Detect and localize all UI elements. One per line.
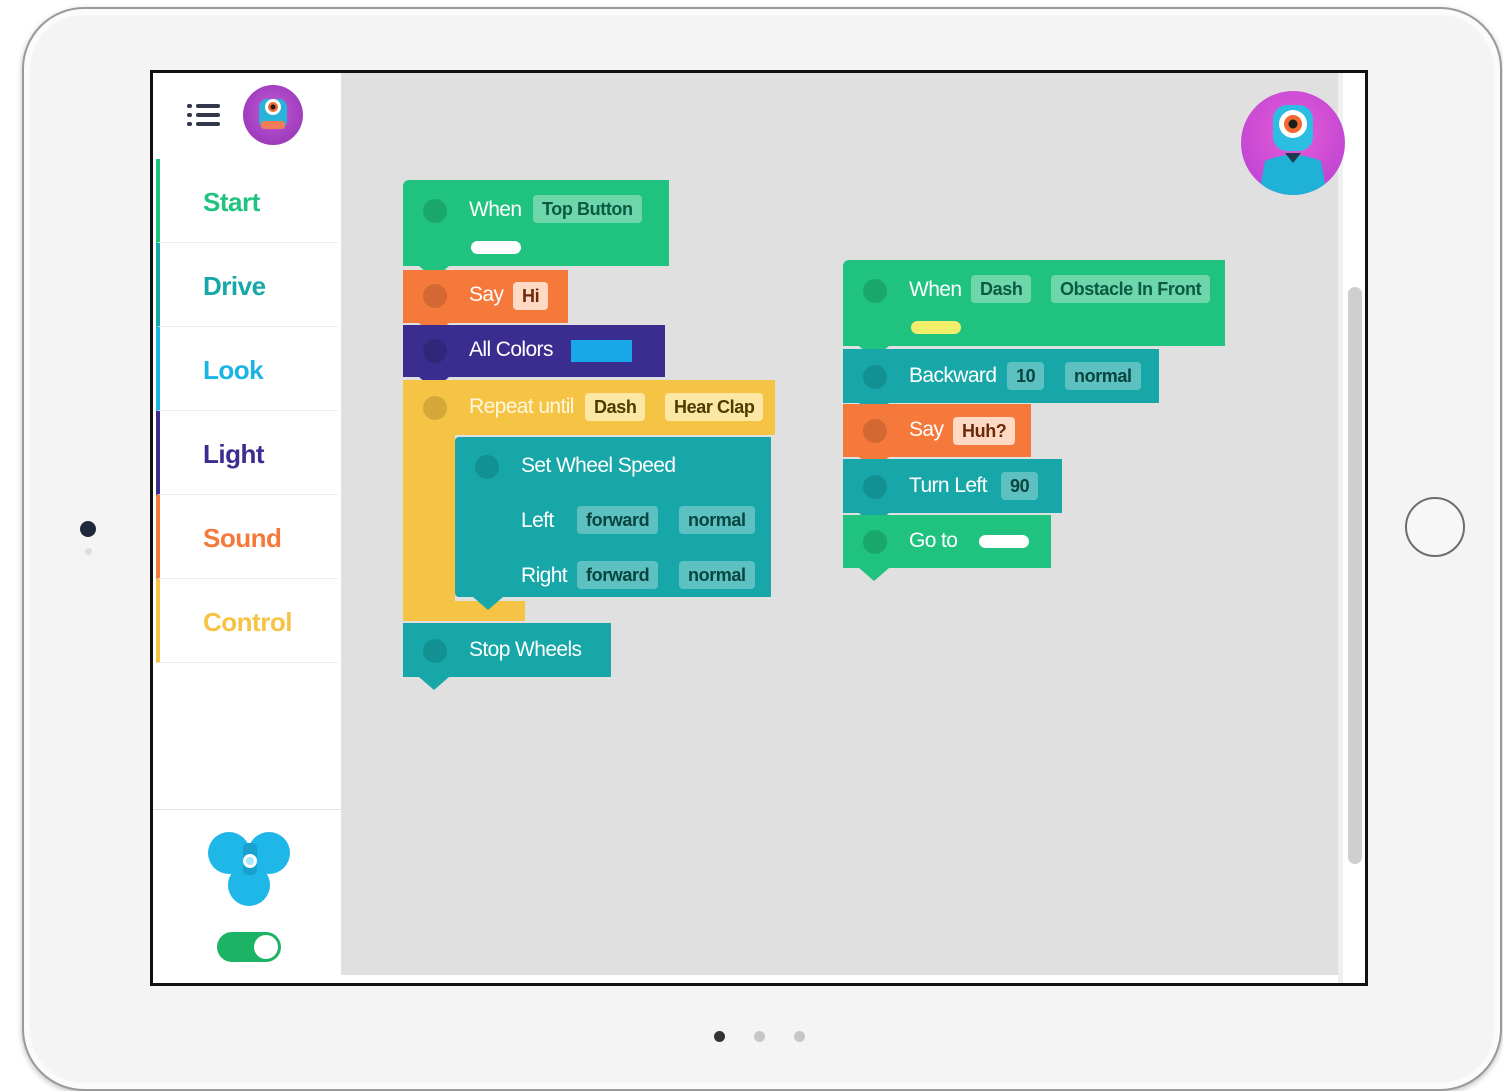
set-wheel-speed-block[interactable]: Set Wheel Speed Left forward normal Righ… [455,437,771,597]
set-wheel-speed-label: Set Wheel Speed [521,454,676,477]
robot-connect-icon[interactable] [205,829,295,915]
menu-icon[interactable] [187,101,221,131]
category-start-label: Start [203,187,260,217]
category-start[interactable]: Start [156,159,338,243]
category-light[interactable]: Light [156,411,338,495]
sidebar-divider [153,809,341,810]
right-wheel-label: Right [521,564,568,587]
connector-notch [419,677,449,690]
repeat-condition-chip[interactable]: Hear Clap [665,393,764,421]
stop-wheels-block[interactable]: Stop Wheels [403,623,611,677]
block-dot [863,419,887,443]
category-sound-label: Sound [203,523,282,553]
page-dot-2[interactable] [754,1031,765,1042]
block-dot [423,284,447,308]
backward-distance-chip[interactable]: 10 [1007,362,1045,390]
go-to-label: Go to [909,529,958,552]
say-huh-block[interactable]: Say Huh? [843,404,1031,457]
category-drive[interactable]: Drive [156,243,338,327]
left-direction-chip[interactable]: forward [577,506,659,534]
app-screen: Start Drive Look Light Sound Control Whe… [150,70,1368,986]
canvas-scrollbar[interactable] [1348,287,1362,864]
repeat-until-label: Repeat until [469,395,574,418]
turn-left-label: Turn Left [909,474,987,497]
repeat-robot-chip[interactable]: Dash [585,393,646,421]
turn-left-block[interactable]: Turn Left 90 [843,459,1062,513]
page-dot-3[interactable] [794,1031,805,1042]
page-dot-1[interactable] [714,1031,725,1042]
obstacle-event-chip[interactable]: Obstacle In Front [1051,275,1211,303]
block-dot [475,455,499,479]
robot-avatar-icon[interactable] [243,85,303,145]
block-dot [863,279,887,303]
turn-degrees-chip[interactable]: 90 [1001,472,1039,500]
block-dot [423,199,447,223]
go-to-block[interactable]: Go to [843,515,1051,568]
connection-toggle[interactable] [217,932,281,962]
obstacle-robot-chip[interactable]: Dash [971,275,1032,303]
color-swatch[interactable] [571,340,632,362]
say-huh-label: Say [909,418,944,441]
say-block[interactable]: Say Hi [403,270,568,323]
category-look-label: Look [203,355,264,385]
category-look[interactable]: Look [156,327,338,411]
category-sound[interactable]: Sound [156,495,338,579]
connector-notch [473,597,503,610]
repeat-until-foot [403,601,525,621]
repeat-until-arm [403,435,455,621]
stop-wheels-label: Stop Wheels [469,638,582,661]
dash-robot-icon[interactable] [1241,91,1345,195]
sidebar: Start Drive Look Light Sound Control [153,73,341,983]
say-value-chip[interactable]: Hi [513,282,549,310]
repeat-until-block[interactable]: Repeat until Dash Hear Clap [403,380,775,435]
toggle-knob [254,935,278,959]
scroll-track [1338,73,1343,983]
when-obstacle-label: When [909,278,962,301]
all-colors-block[interactable]: All Colors [403,325,665,377]
block-dot [863,365,887,389]
go-to-target-pill[interactable] [979,535,1029,548]
block-dot [863,475,887,499]
event-pill [471,241,521,254]
backward-label: Backward [909,364,997,387]
when-obstacle-block[interactable]: When Dash Obstacle In Front [843,260,1225,346]
connector-notch [859,568,889,581]
backward-speed-chip[interactable]: normal [1065,362,1141,390]
say-label: Say [469,283,504,306]
right-speed-chip[interactable]: normal [679,561,755,589]
left-speed-chip[interactable]: normal [679,506,755,534]
left-wheel-label: Left [521,509,554,532]
all-colors-label: All Colors [469,338,553,361]
ambient-sensor [85,548,92,555]
home-button[interactable] [1405,497,1465,557]
say-huh-chip[interactable]: Huh? [953,417,1016,445]
when-label: When [469,198,522,221]
event-pill [911,321,961,334]
category-drive-label: Drive [203,271,266,301]
right-direction-chip[interactable]: forward [577,561,659,589]
backward-block[interactable]: Backward 10 normal [843,349,1159,403]
category-control[interactable]: Control [156,579,338,663]
block-dot [863,530,887,554]
block-dot [423,396,447,420]
block-dot [423,339,447,363]
category-control-label: Control [203,607,292,637]
front-camera [80,521,96,537]
event-chip[interactable]: Top Button [533,195,642,223]
block-dot [423,639,447,663]
category-light-label: Light [203,439,265,469]
when-block[interactable]: When Top Button [403,180,669,266]
